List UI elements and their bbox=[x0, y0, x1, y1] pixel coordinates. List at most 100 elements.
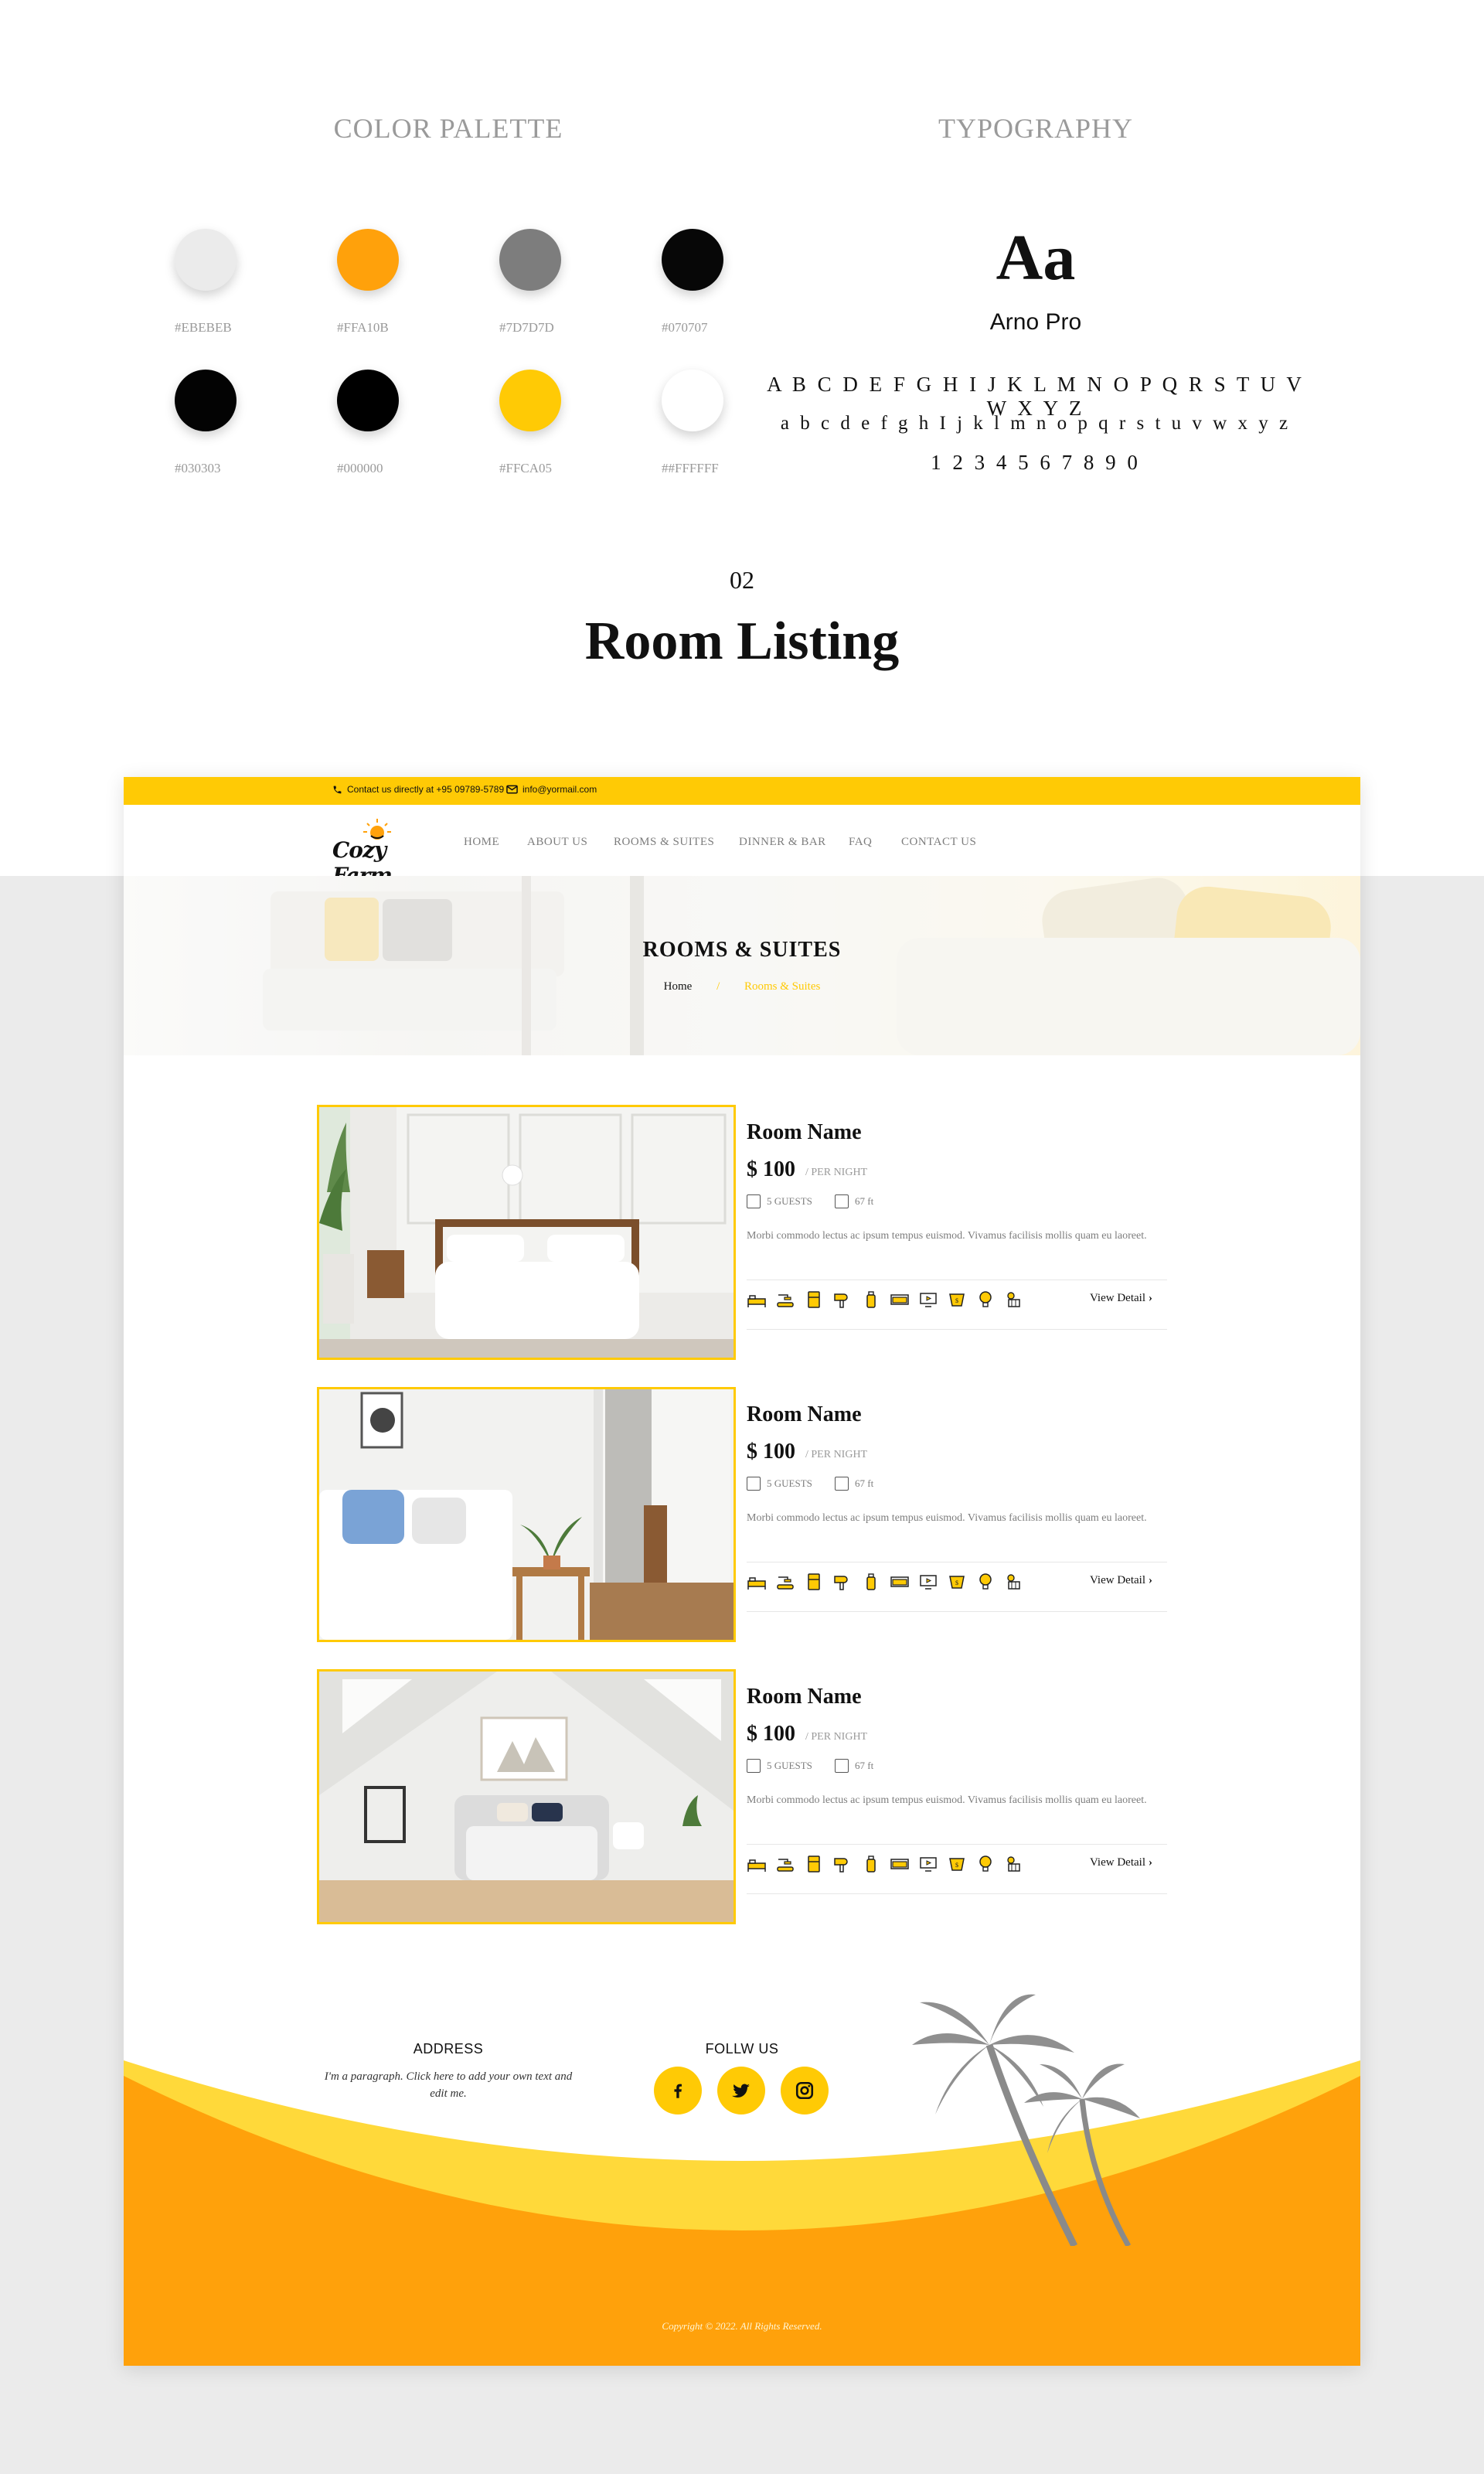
topbar-phone[interactable]: Contact us directly at +95 09789-5789 bbox=[332, 784, 504, 795]
facebook-icon bbox=[674, 2084, 682, 2098]
swatch-label: #FFA10B bbox=[337, 320, 389, 335]
footer-address-title: ADDRESS bbox=[413, 2041, 484, 2057]
phone-icon bbox=[333, 785, 342, 793]
cleaning-icon bbox=[1004, 1855, 1024, 1873]
sofa-icon bbox=[890, 1573, 910, 1591]
nav-rooms-suites[interactable]: ROOMS & SUITES bbox=[614, 836, 714, 849]
typography-title: TYPOGRAPHY bbox=[938, 113, 1134, 144]
view-detail-link[interactable]: View Detail › bbox=[1090, 1292, 1152, 1305]
area-icon bbox=[835, 1477, 849, 1491]
room-photo[interactable] bbox=[317, 1105, 736, 1360]
swatch-label: #7D7D7D bbox=[499, 320, 554, 335]
room-card: Room Name $ 100 / PER NIGHT 5 GUESTS 67 … bbox=[317, 1105, 1167, 1360]
room-guests-text: 5 GUESTS bbox=[767, 1195, 812, 1207]
room-guests-text: 5 GUESTS bbox=[767, 1760, 812, 1771]
lamp-icon bbox=[975, 1855, 996, 1873]
amenity-list: $ bbox=[747, 1290, 1024, 1309]
swatch-ffa10b bbox=[337, 229, 399, 291]
swatch-ffca05 bbox=[499, 370, 561, 431]
room-photo-image bbox=[319, 1107, 733, 1358]
swatch-ffffff bbox=[662, 370, 723, 431]
swatch-ebebeb bbox=[175, 229, 237, 291]
swatch-label: #EBEBEB bbox=[175, 320, 232, 335]
view-detail-text: View Detail bbox=[1090, 1574, 1145, 1586]
nav-about-us[interactable]: ABOUT US bbox=[527, 836, 587, 849]
divider bbox=[747, 1611, 1167, 1612]
typography-font-name: Arno Pro bbox=[989, 309, 1082, 335]
room-name[interactable]: Room Name bbox=[747, 1685, 862, 1709]
room-price-unit: / PER NIGHT bbox=[805, 1731, 868, 1743]
room-size-text: 67 ft bbox=[855, 1195, 874, 1207]
bed-icon bbox=[747, 1573, 767, 1591]
breadcrumb-current: Rooms & Suites bbox=[744, 980, 821, 993]
swatch-label: #FFCA05 bbox=[499, 461, 553, 475]
mail-icon bbox=[506, 785, 518, 794]
guests-icon bbox=[747, 1759, 761, 1773]
website-mockup: Contact us directly at +95 09789-5789 in… bbox=[124, 777, 1360, 2366]
room-price-unit: / PER NIGHT bbox=[805, 1167, 868, 1178]
nav-home[interactable]: HOME bbox=[464, 836, 499, 849]
room-size: 67 ft bbox=[835, 1194, 873, 1208]
swatch-030303 bbox=[175, 370, 237, 431]
breadcrumb-home[interactable]: Home bbox=[664, 980, 693, 993]
social-instagram-button[interactable] bbox=[781, 2067, 829, 2114]
room-name[interactable]: Room Name bbox=[747, 1402, 862, 1427]
section-heading: Room Listing bbox=[584, 612, 900, 671]
social-facebook-button[interactable] bbox=[654, 2067, 702, 2114]
main-navbar: Cozy Farm HOME ABOUT US ROOMS & SUITES D… bbox=[124, 805, 1360, 888]
twitter-icon bbox=[732, 2084, 750, 2097]
bed-icon bbox=[747, 1290, 767, 1309]
section-number: 02 bbox=[730, 566, 754, 594]
footer-copyright: Copyright © 2022. All Rights Reserved. bbox=[662, 2320, 822, 2332]
swatch-000000 bbox=[337, 370, 399, 431]
room-photo[interactable] bbox=[317, 1669, 736, 1924]
typography-lowercase: a b c d e f g h I j k l m n o p q r s t … bbox=[780, 413, 1292, 434]
typography-digits: 1 2 3 4 5 6 7 8 9 0 bbox=[931, 451, 1141, 474]
room-photo[interactable] bbox=[317, 1387, 736, 1642]
social-twitter-button[interactable] bbox=[717, 2067, 765, 2114]
swatch-label: #030303 bbox=[175, 461, 221, 475]
guests-icon bbox=[747, 1194, 761, 1208]
svg-text:$: $ bbox=[955, 1579, 958, 1586]
swatch-7d7d7d bbox=[499, 229, 561, 291]
fridge-icon bbox=[804, 1573, 824, 1591]
lamp-icon bbox=[975, 1573, 996, 1591]
fridge-icon bbox=[804, 1290, 824, 1309]
nav-contact-us[interactable]: CONTACT US bbox=[901, 836, 976, 849]
room-description: Morbi commodo lectus ac ipsum tempus eui… bbox=[747, 1794, 1147, 1806]
breadcrumb: Home / Rooms & Suites bbox=[124, 980, 1360, 993]
site-logo[interactable]: Cozy Farm bbox=[332, 813, 425, 888]
tv-icon bbox=[918, 1290, 938, 1309]
topbar-email-text: info@yormail.com bbox=[522, 784, 597, 795]
topbar-email[interactable]: info@yormail.com bbox=[506, 784, 597, 795]
divider bbox=[747, 1844, 1167, 1845]
breadcrumb-separator: / bbox=[716, 980, 720, 993]
nav-dinner-bar[interactable]: DINNER & BAR bbox=[739, 836, 826, 849]
view-detail-text: View Detail bbox=[1090, 1292, 1145, 1304]
view-detail-link[interactable]: View Detail › bbox=[1090, 1856, 1152, 1869]
lamp-icon bbox=[975, 1290, 996, 1309]
bed-icon bbox=[747, 1855, 767, 1873]
room-price: $ 100 bbox=[747, 1157, 795, 1181]
bottle-icon bbox=[861, 1855, 881, 1873]
hero-overlay bbox=[124, 876, 1360, 1055]
svg-text:$: $ bbox=[955, 1862, 958, 1869]
room-guests: 5 GUESTS bbox=[747, 1477, 812, 1491]
room-price: $ 100 bbox=[747, 1722, 795, 1746]
nav-faq[interactable]: FAQ bbox=[849, 836, 872, 849]
room-photo-image bbox=[319, 1671, 733, 1922]
sofa-icon bbox=[890, 1290, 910, 1309]
amenity-list: $ bbox=[747, 1855, 1024, 1873]
view-detail-link[interactable]: View Detail › bbox=[1090, 1574, 1152, 1587]
room-guests-text: 5 GUESTS bbox=[767, 1477, 812, 1489]
hero-title: ROOMS & SUITES bbox=[642, 938, 842, 962]
room-card: Room Name $ 100 / PER NIGHT 5 GUESTS 67 … bbox=[317, 1669, 1167, 1924]
shower-icon bbox=[775, 1290, 795, 1309]
bottle-icon bbox=[861, 1290, 881, 1309]
room-guests: 5 GUESTS bbox=[747, 1194, 812, 1208]
svg-text:$: $ bbox=[955, 1297, 958, 1304]
room-name[interactable]: Room Name bbox=[747, 1120, 862, 1145]
safe-icon: $ bbox=[947, 1855, 967, 1873]
guests-icon bbox=[747, 1477, 761, 1491]
area-icon bbox=[835, 1194, 849, 1208]
